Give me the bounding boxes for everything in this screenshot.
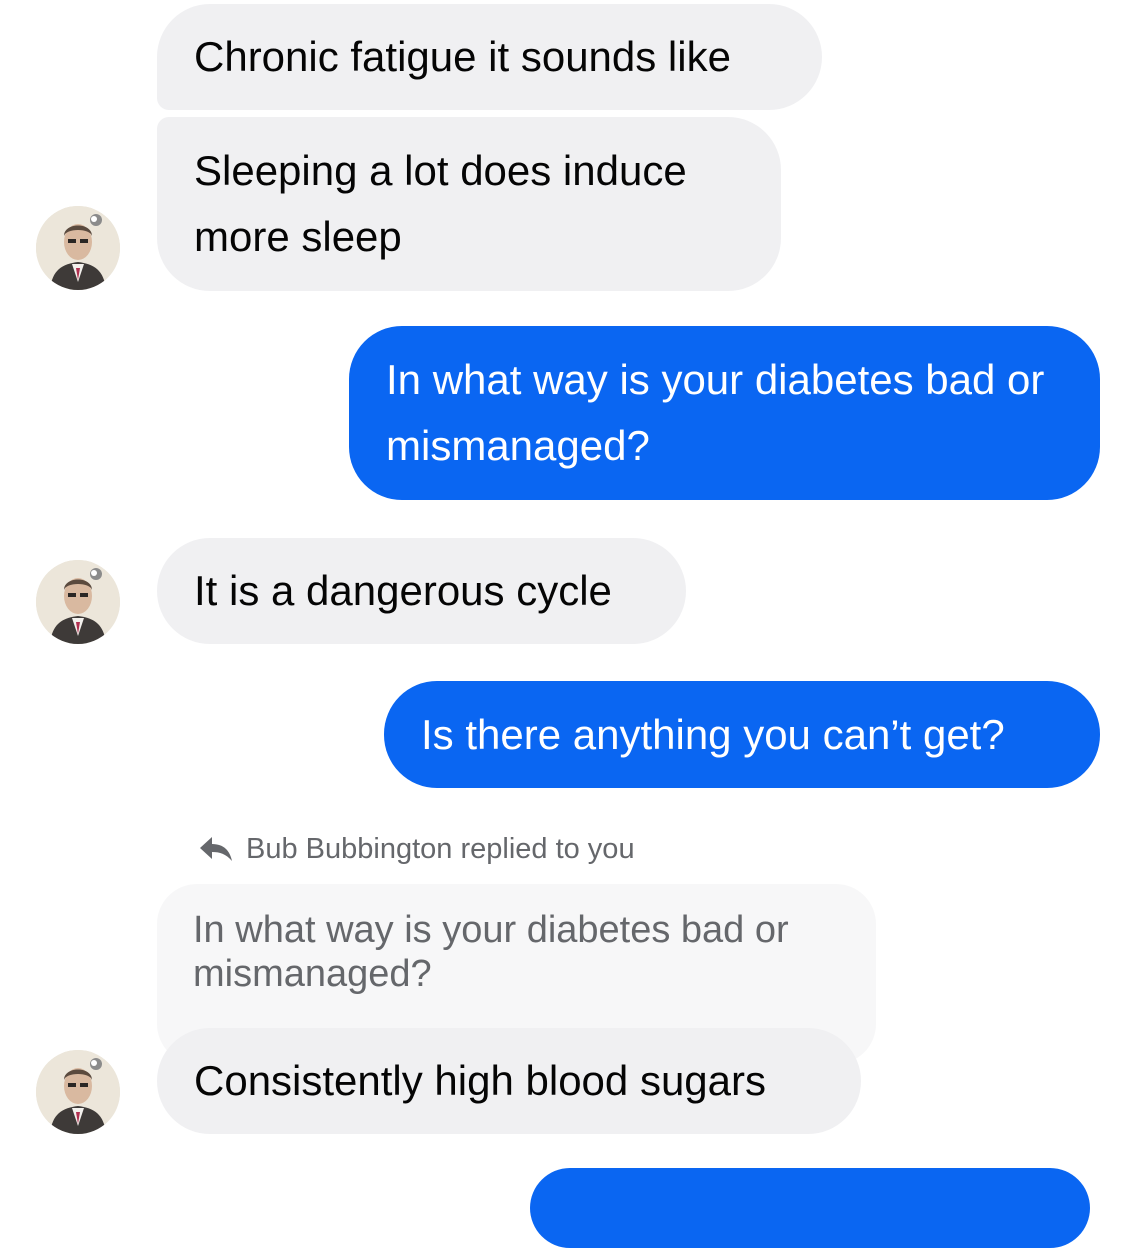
avatar-portrait-icon	[36, 1050, 120, 1134]
message-bubble-incoming[interactable]: Consistently high blood sugars	[157, 1028, 861, 1134]
reply-header-text: Bub Bubbington replied to you	[246, 832, 635, 865]
message-bubble-outgoing-partial[interactable]	[530, 1168, 1090, 1248]
message-text: In what way is your diabetes bad or mism…	[386, 356, 1045, 469]
message-text: Chronic fatigue it sounds like	[194, 33, 731, 80]
reply-context-label: Bub Bubbington replied to you	[198, 828, 635, 870]
message-bubble-outgoing[interactable]: Is there anything you can’t get?	[384, 681, 1100, 788]
message-bubble-incoming[interactable]: Sleeping a lot does induce more sleep	[157, 117, 781, 291]
avatar-portrait-icon	[36, 560, 120, 644]
message-bubble-outgoing[interactable]: In what way is your diabetes bad or mism…	[349, 326, 1100, 500]
message-text: Is there anything you can’t get?	[421, 710, 1005, 758]
quoted-message-text: In what way is your diabetes bad or mism…	[193, 909, 789, 995]
contact-avatar[interactable]	[36, 1050, 120, 1134]
avatar-portrait-icon	[36, 206, 120, 290]
message-text: Sleeping a lot does induce more sleep	[194, 147, 687, 260]
message-text: Consistently high blood sugars	[194, 1057, 767, 1104]
reply-arrow-icon	[200, 837, 232, 861]
message-bubble-incoming[interactable]: It is a dangerous cycle	[157, 538, 686, 644]
message-text: It is a dangerous cycle	[194, 567, 612, 614]
contact-avatar[interactable]	[36, 206, 120, 290]
message-bubble-incoming[interactable]: Chronic fatigue it sounds like	[157, 4, 822, 110]
contact-avatar[interactable]	[36, 560, 120, 644]
